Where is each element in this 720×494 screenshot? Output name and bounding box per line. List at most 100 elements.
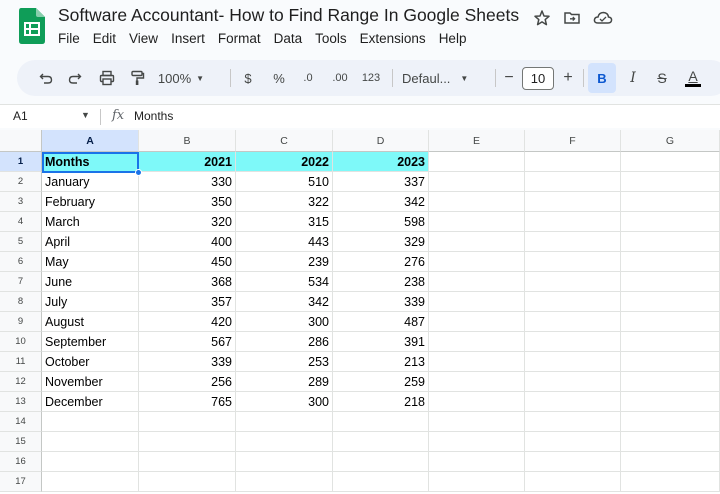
- row-header-1[interactable]: 1: [0, 152, 42, 172]
- cell-b17[interactable]: [139, 472, 236, 492]
- row-header-5[interactable]: 5: [0, 232, 42, 252]
- cell-d10[interactable]: 391: [333, 332, 429, 352]
- cell-b15[interactable]: [139, 432, 236, 452]
- move-to-folder-icon[interactable]: [563, 9, 581, 27]
- font-size-input[interactable]: 10: [522, 67, 554, 90]
- cell-e16[interactable]: [429, 452, 525, 472]
- cell-c9[interactable]: 300: [236, 312, 333, 332]
- cell-c10[interactable]: 286: [236, 332, 333, 352]
- cell-b1[interactable]: 2021: [139, 152, 236, 172]
- cell-f9[interactable]: [525, 312, 621, 332]
- cell-f7[interactable]: [525, 272, 621, 292]
- cell-e3[interactable]: [429, 192, 525, 212]
- cell-f8[interactable]: [525, 292, 621, 312]
- cell-c12[interactable]: 289: [236, 372, 333, 392]
- bold-button[interactable]: B: [588, 63, 616, 93]
- cell-f14[interactable]: [525, 412, 621, 432]
- cell-d8[interactable]: 339: [333, 292, 429, 312]
- decrease-font-size-button[interactable]: −: [501, 60, 517, 96]
- cell-c6[interactable]: 239: [236, 252, 333, 272]
- cell-e6[interactable]: [429, 252, 525, 272]
- column-header-e[interactable]: E: [429, 130, 525, 152]
- row-header-6[interactable]: 6: [0, 252, 42, 272]
- cell-f12[interactable]: [525, 372, 621, 392]
- cell-d17[interactable]: [333, 472, 429, 492]
- cell-b6[interactable]: 450: [139, 252, 236, 272]
- italic-button[interactable]: I: [621, 60, 645, 96]
- cell-a2[interactable]: January: [42, 172, 139, 192]
- cell-b14[interactable]: [139, 412, 236, 432]
- cell-f13[interactable]: [525, 392, 621, 412]
- cell-e11[interactable]: [429, 352, 525, 372]
- cell-f15[interactable]: [525, 432, 621, 452]
- cell-g5[interactable]: [621, 232, 720, 252]
- cell-f3[interactable]: [525, 192, 621, 212]
- cell-c8[interactable]: 342: [236, 292, 333, 312]
- cell-g13[interactable]: [621, 392, 720, 412]
- cell-b10[interactable]: 567: [139, 332, 236, 352]
- cell-a13[interactable]: December: [42, 392, 139, 412]
- row-header-10[interactable]: 10: [0, 332, 42, 352]
- cell-b5[interactable]: 400: [139, 232, 236, 252]
- formula-input[interactable]: Months: [134, 109, 173, 123]
- column-header-c[interactable]: C: [236, 130, 333, 152]
- cell-c4[interactable]: 315: [236, 212, 333, 232]
- cell-d5[interactable]: 329: [333, 232, 429, 252]
- name-box[interactable]: A1: [13, 109, 28, 123]
- cell-d12[interactable]: 259: [333, 372, 429, 392]
- cell-f6[interactable]: [525, 252, 621, 272]
- currency-format-button[interactable]: $: [238, 60, 258, 96]
- row-header-9[interactable]: 9: [0, 312, 42, 332]
- cell-b12[interactable]: 256: [139, 372, 236, 392]
- cell-b2[interactable]: 330: [139, 172, 236, 192]
- cell-b9[interactable]: 420: [139, 312, 236, 332]
- document-title[interactable]: Software Accountant- How to Find Range I…: [58, 5, 519, 26]
- cell-a17[interactable]: [42, 472, 139, 492]
- cell-g7[interactable]: [621, 272, 720, 292]
- cell-f2[interactable]: [525, 172, 621, 192]
- cell-g11[interactable]: [621, 352, 720, 372]
- cell-e13[interactable]: [429, 392, 525, 412]
- menu-format[interactable]: Format: [218, 31, 261, 46]
- cell-b3[interactable]: 350: [139, 192, 236, 212]
- cell-e7[interactable]: [429, 272, 525, 292]
- redo-icon[interactable]: [64, 60, 86, 96]
- chevron-down-icon[interactable]: ▼: [81, 110, 90, 120]
- cell-e1[interactable]: [429, 152, 525, 172]
- cell-d3[interactable]: 342: [333, 192, 429, 212]
- cell-d11[interactable]: 213: [333, 352, 429, 372]
- cell-c3[interactable]: 322: [236, 192, 333, 212]
- sheets-logo-icon[interactable]: [19, 8, 45, 44]
- menu-file[interactable]: File: [58, 31, 80, 46]
- menu-help[interactable]: Help: [439, 31, 467, 46]
- row-header-11[interactable]: 11: [0, 352, 42, 372]
- cell-e10[interactable]: [429, 332, 525, 352]
- paint-format-icon[interactable]: [125, 60, 149, 96]
- cell-f1[interactable]: [525, 152, 621, 172]
- fill-handle[interactable]: [135, 169, 142, 176]
- cell-g16[interactable]: [621, 452, 720, 472]
- column-header-g[interactable]: G: [621, 130, 720, 152]
- cell-g4[interactable]: [621, 212, 720, 232]
- cell-b8[interactable]: 357: [139, 292, 236, 312]
- row-header-13[interactable]: 13: [0, 392, 42, 412]
- cell-g17[interactable]: [621, 472, 720, 492]
- cell-a11[interactable]: October: [42, 352, 139, 372]
- cell-c15[interactable]: [236, 432, 333, 452]
- cell-b13[interactable]: 765: [139, 392, 236, 412]
- cell-b7[interactable]: 368: [139, 272, 236, 292]
- cell-c14[interactable]: [236, 412, 333, 432]
- cell-d16[interactable]: [333, 452, 429, 472]
- cell-e14[interactable]: [429, 412, 525, 432]
- font-select[interactable]: Defaul... ▼: [402, 60, 482, 96]
- cell-e2[interactable]: [429, 172, 525, 192]
- undo-icon[interactable]: [35, 60, 57, 96]
- menu-extensions[interactable]: Extensions: [360, 31, 426, 46]
- row-header-14[interactable]: 14: [0, 412, 42, 432]
- decrease-decimal-button[interactable]: .0: [297, 60, 319, 96]
- cell-e5[interactable]: [429, 232, 525, 252]
- cell-d6[interactable]: 276: [333, 252, 429, 272]
- cell-d7[interactable]: 238: [333, 272, 429, 292]
- cell-a16[interactable]: [42, 452, 139, 472]
- cell-a3[interactable]: February: [42, 192, 139, 212]
